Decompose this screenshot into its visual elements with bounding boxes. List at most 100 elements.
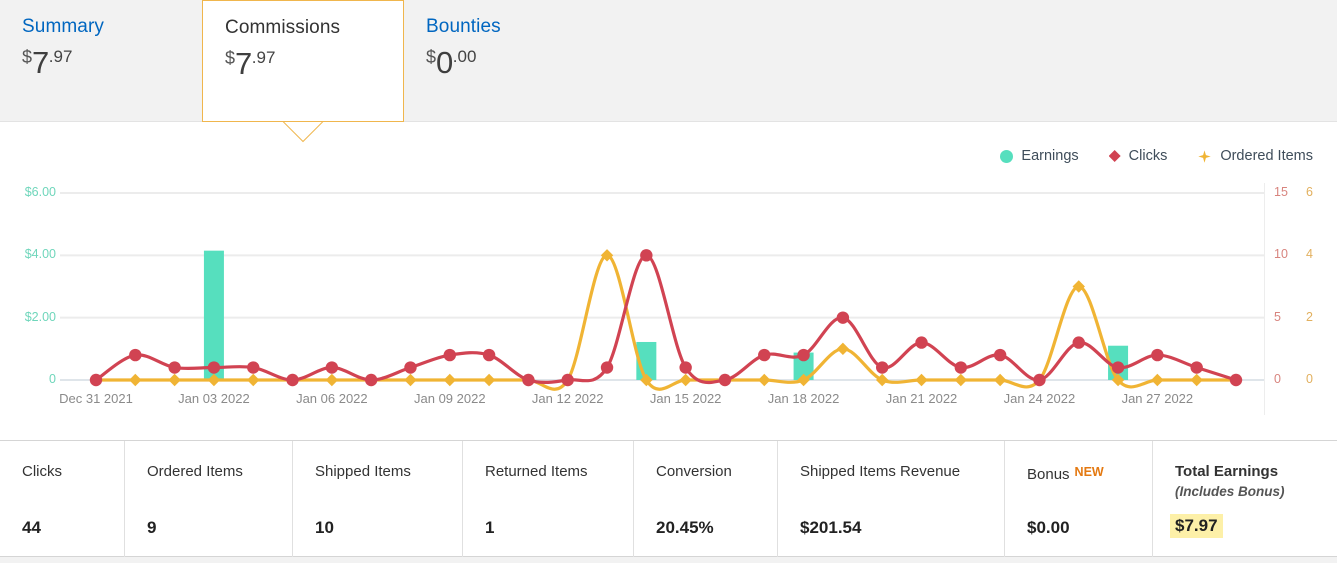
metric-returned-items-value: 1 xyxy=(485,518,495,537)
tab-bounties-label: Bounties xyxy=(426,16,501,37)
metric-shipped-items-revenue-label-text: Shipped Items Revenue xyxy=(800,463,961,480)
ordered-items-point xyxy=(129,373,142,387)
tab-summary-amount: $7.97 xyxy=(22,47,202,78)
x-axis-tick: Jan 21 2022 xyxy=(885,391,958,406)
clicks-point xyxy=(1229,373,1243,387)
y-axis-ordered-tick: 6 xyxy=(1306,185,1313,199)
tab-summary-whole: 7 xyxy=(32,45,49,80)
metric-clicks-label: Clicks xyxy=(22,463,124,481)
tab-commissions-label: Commissions xyxy=(225,17,341,38)
right-axis-divider xyxy=(1264,183,1265,415)
clicks-point xyxy=(129,348,142,362)
clicks-point xyxy=(836,311,850,324)
clicks-point xyxy=(247,361,260,374)
y-axis-left-tick: 0 xyxy=(49,372,56,386)
x-axis-tick: Jan 24 2022 xyxy=(1003,391,1076,406)
clicks-point xyxy=(443,348,456,362)
metric-bonus-value: $0.00 xyxy=(1027,518,1070,537)
clicks-point xyxy=(404,361,417,374)
tab-bounties-amount: $0.00 xyxy=(426,47,644,78)
metric-conversion-label: Conversion xyxy=(656,463,777,481)
clicks-point xyxy=(954,361,968,374)
metric-total-earnings-value: $7.97 xyxy=(1170,514,1223,538)
active-tab-pointer xyxy=(281,122,325,144)
tab-commissions-whole: 7 xyxy=(235,46,252,81)
clicks-point xyxy=(561,373,574,387)
clicks-point xyxy=(89,373,103,387)
ordered-items-point xyxy=(954,373,968,387)
metric-shipped-items-revenue: Shipped Items Revenue $201.54 xyxy=(778,441,1005,557)
clicks-point xyxy=(1111,361,1125,374)
ordered-items-point xyxy=(482,373,496,387)
y-axis-left-tick: $2.00 xyxy=(24,309,56,324)
x-axis-tick: Jan 27 2022 xyxy=(1121,391,1194,406)
tab-bounties[interactable]: Bounties $0.00 xyxy=(404,0,644,122)
metric-total-earnings: Total Earnings (Includes Bonus) $7.97 xyxy=(1153,441,1337,557)
metric-ordered-items: Ordered Items 9 xyxy=(125,441,293,557)
ordered-items-point xyxy=(1151,373,1164,387)
tab-bounties-whole: 0 xyxy=(436,45,453,80)
clicks-point xyxy=(1151,348,1164,362)
clicks-point xyxy=(325,361,339,374)
clicks-point xyxy=(1033,373,1046,387)
metric-bonus-label-text: Bonus xyxy=(1027,466,1070,483)
metrics-summary-table: Clicks 44 Ordered Items 9 Shipped Items 10 Ret… xyxy=(0,440,1337,557)
x-axis-tick: Jan 09 2022 xyxy=(413,391,486,406)
ordered-items-point xyxy=(247,373,260,387)
y-axis-clicks-tick: 0 xyxy=(1274,372,1281,386)
metric-total-earnings-label: Total Earnings xyxy=(1175,463,1337,481)
tab-summary[interactable]: Summary $7.97 xyxy=(0,0,202,122)
ordered-items-point xyxy=(168,373,181,387)
clicks-point xyxy=(600,361,614,374)
metric-returned-items: Returned Items 1 xyxy=(463,441,634,557)
clicks-point xyxy=(993,348,1007,362)
clicks-point xyxy=(1072,336,1085,349)
tab-commissions[interactable]: Commissions $7.97 xyxy=(202,0,404,122)
clicks-point xyxy=(364,373,378,387)
metric-conversion-value: 20.45% xyxy=(656,518,714,537)
new-badge: NEW xyxy=(1074,465,1104,479)
clicks-point xyxy=(640,249,653,262)
ordered-items-point xyxy=(993,373,1007,387)
clicks-line xyxy=(94,253,1238,385)
y-axis-clicks-tick: 5 xyxy=(1274,309,1281,324)
clicks-point xyxy=(758,348,771,362)
tab-summary-cents: .97 xyxy=(48,47,73,66)
x-axis-tick: Jan 03 2022 xyxy=(178,391,250,406)
earnings-chart-panel: Earnings Clicks Ordered Items 0 $2.00 $4.00 $… xyxy=(0,123,1337,438)
ordered-items-point xyxy=(443,373,456,387)
clicks-point xyxy=(168,361,181,374)
metric-shipped-items: Shipped Items 10 xyxy=(293,441,463,557)
chart-plot-area: 0 $2.00 $4.00 $6.00 0 5 10 15 0 2 4 6 Dec 31 2021 Jan… xyxy=(0,123,1337,438)
metric-ordered-items-label: Ordered Items xyxy=(147,463,292,481)
y-axis-left-tick: $4.00 xyxy=(24,247,56,262)
x-axis-tick: Dec 31 2021 xyxy=(59,391,133,406)
metric-shipped-items-revenue-value: $201.54 xyxy=(800,518,862,537)
clicks-point xyxy=(679,361,692,374)
clicks-point xyxy=(482,348,496,362)
ordered-items-point xyxy=(325,373,339,387)
earnings-tab-strip: Summary $7.97 Commissions $7.97 Bounties $0.0… xyxy=(0,0,1337,143)
clicks-point xyxy=(797,348,810,362)
x-axis-tick: Jan 15 2022 xyxy=(649,391,722,406)
y-axis-ordered-tick: 0 xyxy=(1306,372,1313,386)
metric-shipped-items-revenue-label: Shipped Items Revenue xyxy=(800,463,1004,481)
page-bottom-strip xyxy=(0,557,1337,563)
metric-shipped-items-label: Shipped Items xyxy=(315,463,462,481)
clicks-point xyxy=(876,361,889,374)
ordered-items-point xyxy=(836,342,850,356)
metric-conversion-label-text: Conversion xyxy=(656,463,732,480)
x-axis-tick: Jan 06 2022 xyxy=(296,391,368,406)
metric-shipped-items-value: 10 xyxy=(315,518,334,537)
clicks-point xyxy=(718,373,732,387)
clicks-point xyxy=(1190,361,1203,374)
metric-clicks: Clicks 44 xyxy=(0,441,125,557)
y-axis-ordered-tick: 2 xyxy=(1306,309,1313,324)
tab-bounties-currency: $ xyxy=(426,47,437,67)
tab-summary-label: Summary xyxy=(22,16,104,37)
tab-summary-currency: $ xyxy=(22,47,33,67)
tab-commissions-amount: $7.97 xyxy=(225,48,403,79)
metric-ordered-items-label-text: Ordered Items xyxy=(147,463,243,480)
clicks-point xyxy=(915,336,928,349)
x-axis-tick: Jan 18 2022 xyxy=(767,391,840,406)
